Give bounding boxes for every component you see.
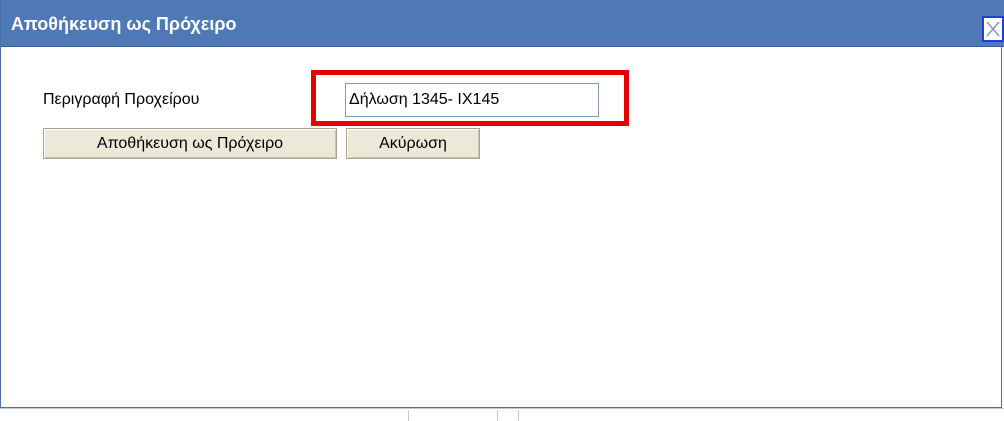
strip-divider [497,410,498,421]
close-button[interactable] [982,16,1004,42]
description-input[interactable] [345,83,599,117]
save-draft-dialog: Αποθήκευση ως Πρόχειρο Περιγραφή Προχείρ… [0,0,1004,408]
description-label: Περιγραφή Προχείρου [43,91,200,108]
strip-divider [518,410,519,421]
cancel-button[interactable]: Ακύρωση [346,128,480,159]
close-x-icon [986,21,1000,37]
bottom-status-strip [0,408,1004,421]
strip-divider [408,410,409,421]
dialog-titlebar: Αποθήκευση ως Πρόχειρο [1,0,1004,47]
save-draft-button[interactable]: Αποθήκευση ως Πρόχειρο [43,128,337,159]
dialog-title: Αποθήκευση ως Πρόχειρο [11,14,237,34]
